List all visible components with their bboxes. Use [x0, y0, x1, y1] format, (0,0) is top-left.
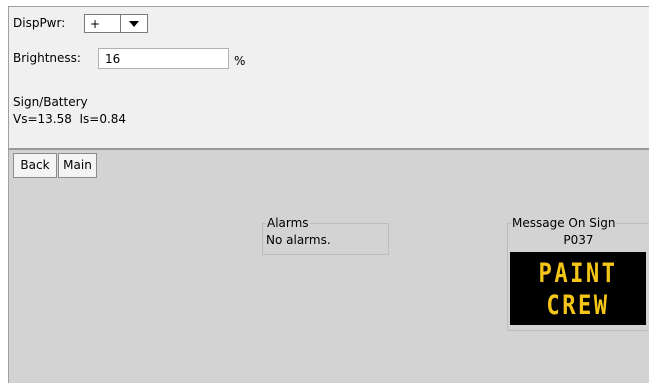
alarms-group: Alarms No alarms.	[262, 216, 389, 255]
sign-line-2: CREW	[546, 290, 610, 321]
disp-pwr-label: DispPwr:	[13, 16, 66, 30]
sign-line-1: PAINT	[538, 258, 618, 289]
message-on-sign-title: Message On Sign	[511, 216, 617, 230]
status-panel: DispPwr: + Brightness: 16 % Sign/Battery…	[9, 7, 649, 150]
alarms-title: Alarms	[266, 216, 310, 230]
disp-pwr-dropdown[interactable]: +	[84, 14, 148, 33]
brightness-unit: %	[234, 54, 246, 68]
brightness-label: Brightness:	[13, 51, 81, 65]
app-frame: DispPwr: + Brightness: 16 % Sign/Battery…	[8, 6, 649, 383]
disp-pwr-selected-value: +	[90, 17, 101, 31]
message-code: P037	[563, 233, 594, 247]
dropdown-button[interactable]	[120, 15, 147, 32]
sign-battery-title: Sign/Battery	[13, 95, 88, 109]
main-button[interactable]: Main	[58, 153, 97, 178]
back-button[interactable]: Back	[13, 153, 57, 178]
brightness-input[interactable]: 16	[98, 48, 229, 69]
alarms-status-text: No alarms.	[266, 233, 331, 247]
brightness-value: 16	[105, 52, 121, 66]
sign-display: PAINT CREW	[510, 252, 646, 325]
chevron-down-icon	[129, 21, 139, 27]
sign-battery-readout: Vs=13.58 Is=0.84	[13, 112, 127, 126]
